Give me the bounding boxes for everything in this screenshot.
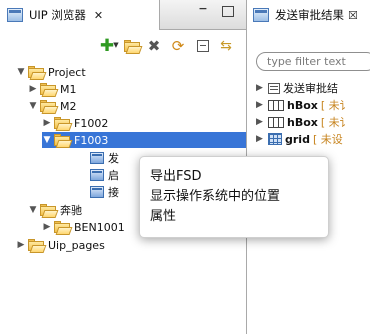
tree-node-label: M2 bbox=[60, 99, 77, 113]
outline-item-name: grid bbox=[285, 132, 310, 146]
view-icon bbox=[253, 8, 269, 22]
dropdown-arrow-icon[interactable]: ▼ bbox=[113, 41, 119, 48]
outline-item-tag: [ 未讠 bbox=[320, 99, 351, 112]
tree-node-ben1001[interactable]: ▶ BEN1001 bbox=[42, 219, 125, 235]
collapsed-arrow-icon[interactable]: ▶ bbox=[42, 118, 52, 128]
tree-node-label: 启 bbox=[108, 169, 119, 182]
browser-toolbar: ✚ ▼ ✖ ⟳ ⇆ bbox=[0, 30, 246, 60]
uip-browser-tab[interactable]: UIP 浏览器 ✕ bbox=[0, 0, 160, 30]
tree-node-page-2[interactable]: 启 bbox=[88, 167, 119, 183]
maximize-button[interactable] bbox=[222, 6, 234, 17]
folder-open-icon bbox=[28, 66, 44, 78]
expanded-arrow-icon[interactable]: ▼ bbox=[28, 205, 38, 215]
tree-node-label: F1003 bbox=[74, 133, 109, 147]
tree-node-f1002[interactable]: ▶ F1002 bbox=[42, 115, 109, 131]
tree-node-benchi[interactable]: ▼ 奔驰 bbox=[28, 202, 82, 218]
tab-label: 发送审批结果 bbox=[275, 8, 344, 22]
tree-node-label: Project bbox=[48, 65, 86, 79]
collapsed-arrow-icon[interactable]: ▶ bbox=[28, 84, 38, 94]
minimize-button[interactable]: − bbox=[196, 2, 210, 15]
tree-node-label: F1002 bbox=[74, 116, 109, 130]
left-tab-bar: UIP 浏览器 ✕ − bbox=[0, 0, 246, 30]
tree-node-uip-pages[interactable]: ▶ Uip_pages bbox=[16, 237, 105, 253]
refresh-icon[interactable]: ⟳ bbox=[170, 38, 186, 54]
collapsed-arrow-icon[interactable]: ▶ bbox=[42, 222, 52, 232]
tree-node-project[interactable]: ▼ Project bbox=[16, 64, 86, 80]
tree-node-m1[interactable]: ▶ M1 bbox=[28, 81, 77, 97]
folder-open-icon bbox=[40, 100, 56, 112]
folder-icon bbox=[28, 239, 44, 251]
outline-item-name: hBox bbox=[287, 115, 318, 129]
outline-item-tag: [ 未讠 bbox=[320, 116, 351, 129]
collapse-all-icon[interactable] bbox=[195, 38, 211, 54]
expanded-arrow-icon[interactable]: ▼ bbox=[42, 135, 52, 145]
folder-icon bbox=[54, 117, 70, 129]
page-file-icon bbox=[90, 169, 104, 181]
tree-node-page-3[interactable]: 接 bbox=[88, 184, 119, 200]
tree-node-label: 奔驰 bbox=[60, 204, 82, 217]
close-icon[interactable]: ☒ bbox=[348, 9, 358, 22]
close-icon[interactable]: ✕ bbox=[94, 9, 103, 22]
collapsed-arrow-icon[interactable]: ▶ bbox=[256, 100, 266, 110]
tree-node-m2[interactable]: ▼ M2 bbox=[28, 98, 77, 114]
collapsed-arrow-icon[interactable]: ▶ bbox=[256, 134, 266, 144]
outline-tab[interactable]: 发送审批结果 ☒ bbox=[248, 0, 370, 30]
collapsed-arrow-icon[interactable]: ▶ bbox=[256, 117, 266, 127]
folder-icon bbox=[54, 221, 70, 233]
grid-icon bbox=[268, 133, 282, 145]
outline-item-tag: [ 未设 bbox=[312, 133, 343, 146]
tree-node-f1003[interactable]: ▼ F1003 bbox=[42, 132, 246, 148]
expanded-arrow-icon[interactable]: ▼ bbox=[16, 67, 26, 77]
menu-item-export-fsd[interactable]: 导出FSD bbox=[140, 164, 328, 184]
tree-node-label: 发 bbox=[108, 152, 119, 165]
outline-row[interactable]: ▶ 发送审批结 bbox=[256, 80, 338, 96]
link-editor-icon[interactable]: ⇆ bbox=[218, 38, 234, 54]
tree-node-page-1[interactable]: 发 bbox=[88, 150, 119, 166]
page-file-icon bbox=[90, 152, 104, 164]
page-file-icon bbox=[90, 186, 104, 198]
menu-item-properties[interactable]: 属性 bbox=[140, 204, 328, 224]
view-icon bbox=[7, 8, 23, 22]
expanded-arrow-icon[interactable]: ▼ bbox=[28, 101, 38, 111]
filter-input[interactable]: type filter text bbox=[256, 52, 370, 71]
collapsed-arrow-icon[interactable]: ▶ bbox=[16, 240, 26, 250]
tree-node-label: M1 bbox=[60, 82, 77, 96]
outline-row[interactable]: ▶ grid [ 未设 bbox=[256, 131, 343, 147]
tree-node-label: Uip_pages bbox=[48, 238, 105, 252]
new-folder-icon[interactable] bbox=[124, 38, 140, 54]
collapsed-arrow-icon[interactable]: ▶ bbox=[256, 83, 266, 93]
outline-item-name: hBox bbox=[287, 98, 318, 112]
hbox-icon bbox=[268, 99, 284, 111]
tree-node-label: BEN1001 bbox=[74, 220, 125, 234]
outline-row[interactable]: ▶ hBox [ 未讠 bbox=[256, 114, 351, 130]
tab-label: UIP 浏览器 bbox=[29, 8, 86, 22]
outline-item-name: 发送审批结 bbox=[283, 82, 338, 95]
context-menu: 导出FSD 显示操作系统中的位置 属性 bbox=[139, 156, 329, 238]
menu-item-show-in-system[interactable]: 显示操作系统中的位置 bbox=[140, 184, 328, 204]
folder-open-icon bbox=[54, 134, 70, 146]
hbox-icon bbox=[268, 116, 284, 128]
outline-row[interactable]: ▶ hBox [ 未讠 bbox=[256, 97, 351, 113]
folder-open-icon bbox=[40, 204, 56, 216]
tree-node-label: 接 bbox=[108, 186, 119, 199]
delete-icon[interactable]: ✖ bbox=[146, 38, 162, 54]
right-tab-bar: 发送审批结果 ☒ bbox=[248, 0, 370, 30]
page-outline-icon bbox=[268, 82, 280, 94]
folder-icon bbox=[40, 83, 56, 95]
